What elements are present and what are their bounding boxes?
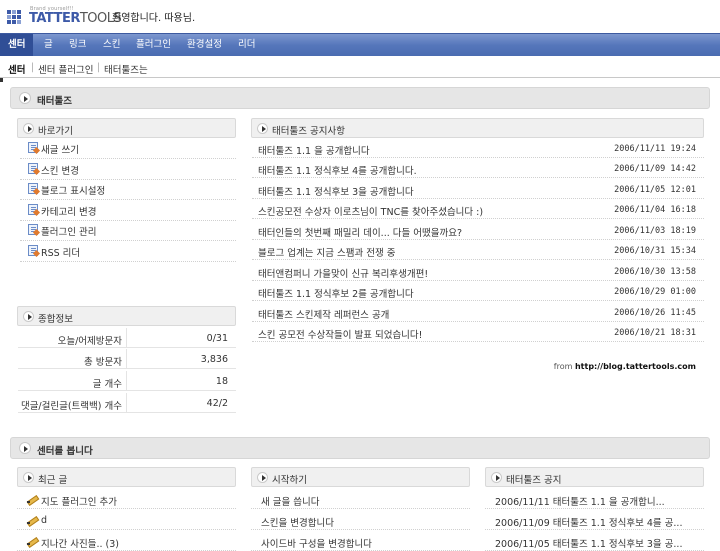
tt-notice-item[interactable]: 2006/11/05 태터툴즈 1.1 정식후보 3을 공...: [485, 531, 704, 551]
recent-post-item[interactable]: 지나간 사진들.. (3): [17, 531, 236, 551]
notice-item[interactable]: 태터툴즈 1.1 정식후보 4를 공개합니다. 2006/11/09 14:42: [252, 158, 704, 178]
notice-item[interactable]: 태터툴즈 1.1 정식후보 3을 공개합니다 2006/11/05 12:01: [252, 179, 704, 199]
panel-header-notices: 태터툴즈 공지사항: [251, 118, 704, 138]
panel-header-start: 시작하기: [251, 467, 470, 487]
start-item[interactable]: 사이드바 구성을 변경합니다: [251, 531, 470, 551]
panel-title: 종합정보: [38, 314, 73, 325]
subnav-about[interactable]: 태터툴즈는: [104, 62, 148, 76]
notice-item[interactable]: 스킨공모전 수상자 이로츠님이 TNC를 찾아주셨습니다 :) 2006/11/0…: [252, 199, 704, 219]
divider: [20, 158, 236, 159]
arrow-icon: [23, 123, 34, 134]
panel-title: 태터툴즈 공지사항: [272, 126, 345, 137]
main-nav: 센터 글 링크 스킨 플러그인 환경설정 리더: [0, 33, 720, 56]
divider: [20, 220, 236, 221]
sub-nav: 센터 | 센터 플러그인 | 태터툴즈는: [0, 56, 720, 78]
tt-notice-item[interactable]: 2006/11/11 태터툴즈 1.1 을 공개합니...: [485, 489, 704, 509]
info-row-comments: 댓글/걸린글(트랙백) 개수 42/2: [18, 393, 236, 413]
start-item[interactable]: 스킨을 변경합니다: [251, 510, 470, 530]
document-icon: [28, 142, 38, 153]
arrow-icon: [257, 123, 268, 134]
pencil-icon: [27, 494, 37, 504]
document-icon: [28, 183, 38, 194]
arrow-icon: [257, 472, 268, 483]
nav-skin[interactable]: 스킨: [95, 34, 128, 56]
subnav-separator: |: [97, 62, 101, 73]
source-link[interactable]: from http://blog.tattertools.com: [554, 362, 696, 371]
document-icon: [28, 245, 38, 256]
welcome-text: 환영합니다. 따용님.: [112, 13, 196, 24]
notice-item[interactable]: 태터툴즈 1.1 을 공개합니다 2006/11/11 19:24: [252, 138, 704, 158]
logo-icon[interactable]: [7, 10, 21, 24]
nav-post[interactable]: 글: [36, 34, 61, 56]
info-row-visitors: 오늘/어제방문자 0/31: [18, 328, 236, 348]
pencil-icon: [27, 515, 37, 525]
document-icon: [28, 224, 38, 235]
notice-item[interactable]: 태터앤컴퍼니 가을맞이 신규 복리후생개편! 2006/10/30 13:58: [252, 261, 704, 281]
notice-item[interactable]: 태터인들의 첫번째 패밀리 데이... 다들 어땠을까요? 2006/11/03 …: [252, 220, 704, 240]
logo-text[interactable]: TATTERTOOLS: [29, 11, 122, 26]
divider: [20, 261, 236, 262]
tt-notice-item[interactable]: 2006/11/09 태터툴즈 1.1 정식후보 4를 공...: [485, 510, 704, 530]
notice-item[interactable]: 스킨 공모전 수상작들이 발표 되었습니다! 2006/10/21 18:31: [252, 322, 704, 342]
arrow-icon: [19, 92, 31, 104]
section-title: 태터툴즈: [37, 96, 72, 107]
subnav-separator: |: [31, 62, 35, 73]
arrow-icon: [491, 472, 502, 483]
top-bar: Brand yourself!! TATTERTOOLS 환영합니다. 따용님.: [0, 0, 720, 30]
divider: [20, 240, 236, 241]
section-title: 센터를 봅니다: [37, 446, 93, 457]
notice-item[interactable]: 태터툴즈 스킨제작 레퍼런스 공개 2006/10/26 11:45: [252, 302, 704, 322]
section-header-center: 센터를 봅니다: [10, 437, 710, 459]
section-header-tattertools: 태터툴즈: [10, 87, 710, 109]
document-icon: [28, 163, 38, 174]
panel-header-quick: 바로가기: [17, 118, 236, 138]
nav-reader[interactable]: 리더: [230, 34, 263, 56]
panel-title: 시작하기: [272, 475, 307, 486]
info-row-posts: 글 개수 18: [18, 371, 236, 391]
arrow-icon: [19, 442, 31, 454]
nav-center[interactable]: 센터: [0, 34, 34, 56]
panel-title: 최근 글: [38, 475, 68, 486]
notice-item[interactable]: 블로그 업계는 지금 스팸과 전쟁 중 2006/10/31 15:34: [252, 240, 704, 260]
panel-title: 바로가기: [38, 126, 73, 137]
corner-mark: [0, 78, 3, 82]
divider: [20, 179, 236, 180]
recent-post-item[interactable]: d: [17, 510, 236, 530]
nav-link[interactable]: 링크: [61, 34, 94, 56]
info-row-total: 총 방문자 3,836: [18, 349, 236, 369]
nav-settings[interactable]: 환경설정: [179, 34, 230, 56]
subnav-center-plugin[interactable]: 센터 플러그인: [38, 62, 93, 76]
panel-title: 태터툴즈 공지: [506, 475, 562, 486]
panel-header-tt-notice: 태터툴즈 공지: [485, 467, 704, 487]
document-icon: [28, 204, 38, 215]
divider: [20, 199, 236, 200]
subnav-center[interactable]: 센터: [8, 62, 25, 76]
notice-item[interactable]: 태터툴즈 1.1 정식후보 2를 공개합니다 2006/10/29 01:00: [252, 281, 704, 301]
pencil-icon: [27, 536, 37, 546]
arrow-icon: [23, 311, 34, 322]
recent-post-item[interactable]: 지도 플러그인 추가: [17, 489, 236, 509]
panel-header-info: 종합정보: [17, 306, 236, 326]
panel-header-recent: 최근 글: [17, 467, 236, 487]
nav-plugin[interactable]: 플러그인: [128, 34, 179, 56]
arrow-icon: [23, 472, 34, 483]
start-item[interactable]: 새 글을 씁니다: [251, 489, 470, 509]
